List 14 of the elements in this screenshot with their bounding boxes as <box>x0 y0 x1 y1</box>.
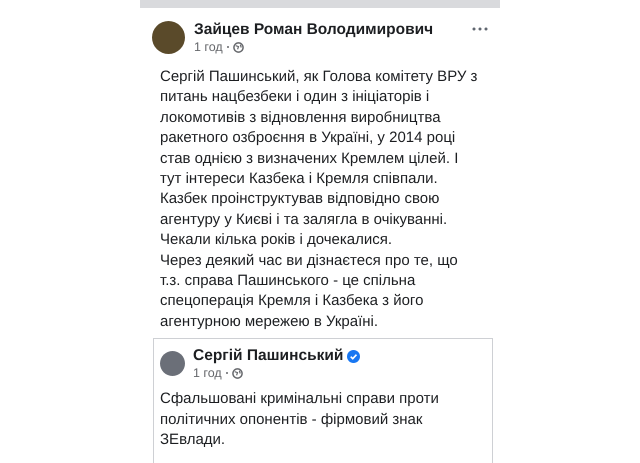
more-icon[interactable] <box>472 27 488 31</box>
avatar[interactable] <box>160 351 185 376</box>
shared-post-text: Сфальшовані кримінальні справи проти політичних опонентів - фірмовий знак ЗЕвлади. <box>159 389 440 450</box>
post-time[interactable]: 1 год <box>194 40 223 54</box>
shared-post[interactable]: Сергій Пашинський 1 год Сфальшовані кримінальні справи проти політичних опонентів - фірмовий знак ЗЕвлади. <box>153 338 493 463</box>
separator-dot <box>226 46 229 48</box>
post-text: Сергій Пашинський, як Голова комітету ВРУ з питань нацбезбеки і один з ініціаторів і локомотивів з відновлення виробництва ракетного озброєння в Україні, у 2014 році став однією з визначених Кремлем цілей. І тут інтереси Казбека і Кремля співпали. Казбек проінструктував відповідно свою агентуру у Києві і та залягла в очікуванні. Чекали кілька років і дочекалися. Через деякий час ви дізнаєтеся про те, що т.з. справа Пашинського - це спільна спецоперація Кремля і Казбека з його агентурною мережею в Україні. <box>159 67 478 332</box>
post-time[interactable]: 1 год <box>193 366 222 380</box>
avatar[interactable] <box>152 21 185 54</box>
globe-icon <box>232 368 243 379</box>
separator-dot <box>226 372 228 374</box>
author-name[interactable]: Сергій Пашинський <box>193 347 344 366</box>
author-name[interactable]: Зайцев Роман Володимирович <box>194 21 463 39</box>
globe-icon <box>232 42 244 52</box>
